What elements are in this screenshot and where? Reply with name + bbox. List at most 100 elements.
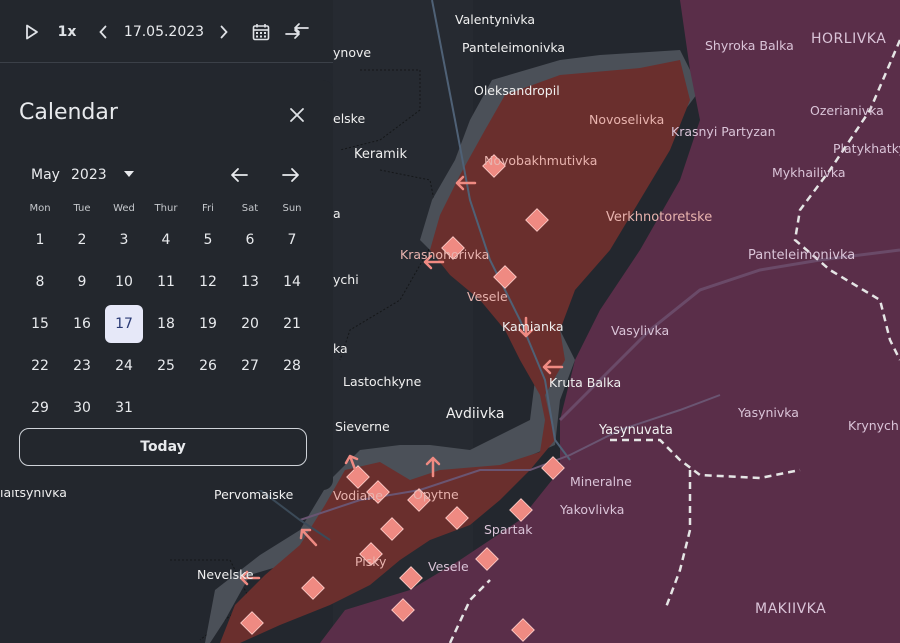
place-label: elske <box>333 111 365 126</box>
place-label: Lastochkyne <box>343 374 422 389</box>
place-label: Sieverne <box>335 419 390 434</box>
place-label: Vesele <box>467 289 508 304</box>
calendar-day[interactable]: 20 <box>231 305 269 343</box>
place-label: Shyroka Balka <box>705 38 794 53</box>
place-label: Krasnohorivka <box>400 247 489 262</box>
place-label: Panteleimonivka <box>748 248 855 263</box>
calendar-day-selected[interactable]: 17 <box>105 305 143 343</box>
place-label: Verkhnotoretske <box>606 210 712 225</box>
place-label: Novoselivka <box>589 112 664 127</box>
place-label: Vasylivka <box>611 323 669 338</box>
calendar-day[interactable]: 18 <box>147 305 185 343</box>
place-label: Oleksandropil <box>474 83 560 98</box>
place-label: Yasynivka <box>737 405 799 420</box>
calendar-day[interactable]: 19 <box>189 305 227 343</box>
compare-arrows-icon <box>285 23 309 39</box>
calendar-day[interactable]: 25 <box>147 347 185 385</box>
calendar-day[interactable]: 23 <box>63 347 101 385</box>
place-label: Krynychna <box>848 418 900 433</box>
calendar-day[interactable]: 22 <box>21 347 59 385</box>
place-label: Yakovlivka <box>559 502 624 517</box>
current-date[interactable]: 17.05.2023 <box>122 18 206 46</box>
place-label: ka <box>333 341 348 356</box>
previous-day-button[interactable] <box>94 18 112 46</box>
close-icon <box>290 108 304 122</box>
chevron-right-icon <box>220 25 228 39</box>
calendar-title: Calendar <box>19 100 118 125</box>
calendar-day[interactable]: 21 <box>273 305 311 343</box>
calendar-day[interactable]: 4 <box>147 221 185 259</box>
calendar-day[interactable]: 24 <box>105 347 143 385</box>
previous-month-button[interactable] <box>228 164 250 186</box>
place-label: Kamianka <box>502 319 564 334</box>
calendar-day[interactable]: 10 <box>105 263 143 301</box>
place-label: Krasnyi Partyzan <box>671 124 776 139</box>
arrow-left-icon <box>231 168 248 182</box>
calendar-day[interactable]: 8 <box>21 263 59 301</box>
calendar-day[interactable]: 16 <box>63 305 101 343</box>
place-label: a <box>333 206 341 221</box>
play-button[interactable] <box>22 18 42 46</box>
calendar-day[interactable]: 3 <box>105 221 143 259</box>
year-select[interactable]: 2023 <box>71 167 107 183</box>
weekday-label: Sun <box>282 203 302 214</box>
calendar-day[interactable]: 15 <box>21 305 59 343</box>
city-label: HORLIVKA <box>811 31 886 47</box>
calendar-day[interactable]: 1 <box>21 221 59 259</box>
compare-button[interactable] <box>284 18 310 46</box>
speed-button[interactable]: 1x <box>55 18 79 46</box>
place-label: Valentynivka <box>455 12 535 27</box>
playback-bar: 1x 17.05.2023 <box>0 0 333 63</box>
city-label: MAKIIVKA <box>755 601 826 617</box>
place-label: Novobakhmutivka <box>484 153 597 168</box>
place-label: Kruta Balka <box>549 375 621 390</box>
place-label: Ozerianivka <box>810 103 884 118</box>
weekday-label: Tue <box>73 203 91 214</box>
next-day-button[interactable] <box>215 18 233 46</box>
calendar-day[interactable]: 9 <box>63 263 101 301</box>
today-button[interactable]: Today <box>19 428 307 466</box>
weekday-label: Mon <box>29 203 51 214</box>
calendar-day[interactable]: 30 <box>63 389 101 427</box>
place-label: Yasynuvata <box>598 423 673 438</box>
place-label: Vesele <box>428 559 469 574</box>
arrow-right-icon <box>282 168 299 182</box>
place-label: Mykhailivka <box>772 165 846 180</box>
place-label: Opytne <box>413 487 459 502</box>
place-label: Spartak <box>484 522 533 537</box>
calendar-button[interactable] <box>250 18 272 46</box>
calendar-day[interactable]: 6 <box>231 221 269 259</box>
calendar-day[interactable]: 26 <box>189 347 227 385</box>
calendar-icon <box>252 24 270 41</box>
place-label: Nevelske <box>197 567 254 582</box>
calendar-day[interactable]: 28 <box>273 347 311 385</box>
calendar-day[interactable]: 27 <box>231 347 269 385</box>
month-select[interactable]: May <box>31 167 60 183</box>
play-icon <box>26 24 38 40</box>
calendar-day[interactable]: 12 <box>189 263 227 301</box>
calendar-day[interactable]: 14 <box>273 263 311 301</box>
place-label: Vodiane <box>333 488 383 503</box>
weekday-label: Wed <box>113 203 135 214</box>
place-label: Mineralne <box>570 474 632 489</box>
weekday-label: Thur <box>154 203 178 214</box>
calendar-day[interactable]: 11 <box>147 263 185 301</box>
close-button[interactable] <box>286 104 308 126</box>
calendar-day[interactable]: 7 <box>273 221 311 259</box>
place-label: Keramik <box>354 147 407 162</box>
next-month-button[interactable] <box>280 164 302 186</box>
caret-down-icon[interactable] <box>124 171 134 177</box>
weekday-label: Fri <box>202 203 214 214</box>
calendar-day[interactable]: 31 <box>105 389 143 427</box>
calendar-day[interactable]: 2 <box>63 221 101 259</box>
weekday-label: Sat <box>241 203 259 214</box>
calendar-day[interactable]: 13 <box>231 263 269 301</box>
chevron-left-icon <box>99 25 107 39</box>
calendar-day[interactable]: 29 <box>21 389 59 427</box>
place-label: Panteleimonivka <box>462 40 565 55</box>
city-label: Avdiivka <box>446 406 504 422</box>
place-label: ynove <box>333 45 371 60</box>
calendar-day[interactable]: 5 <box>189 221 227 259</box>
place-label: Pisky <box>355 554 387 569</box>
place-label: ychi <box>333 272 359 287</box>
